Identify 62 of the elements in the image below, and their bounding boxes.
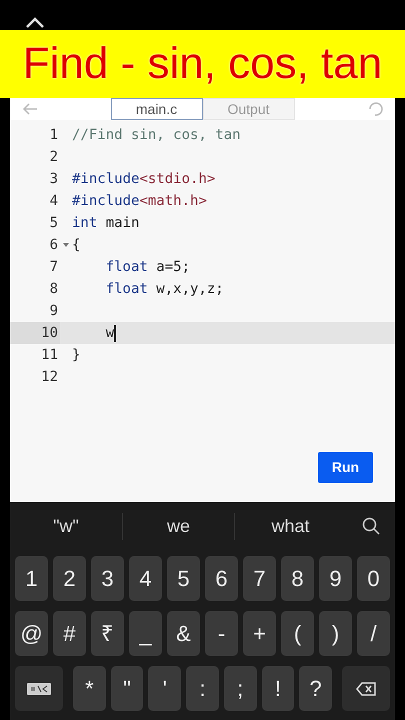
keyboard-key[interactable]: 5 [167, 556, 200, 601]
line-number: 2 [50, 148, 58, 166]
keyboard-key[interactable]: 7 [243, 556, 276, 601]
line-number: 3 [50, 170, 58, 188]
keyboard-key[interactable]: @ [15, 611, 48, 656]
keyboard-key[interactable]: : [186, 666, 219, 711]
line-number: 6 [50, 236, 58, 254]
keyboard-key[interactable]: " [110, 666, 144, 711]
code-line: #include<math.h> [72, 192, 207, 210]
line-number: 4 [50, 192, 58, 210]
keyboard-key[interactable]: & [167, 611, 200, 656]
code-line: //Find sin, cos, tan [72, 126, 241, 144]
tab[interactable]: main.c [110, 98, 202, 120]
line-number: 12 [41, 368, 58, 386]
keyboard-key[interactable]: ! [262, 666, 294, 711]
search-icon[interactable] [362, 517, 380, 535]
home-icon[interactable] [25, 16, 45, 28]
word-suggestion[interactable]: what [271, 512, 310, 540]
line-number: 10 [41, 324, 58, 342]
fold-caret-icon[interactable] [63, 243, 69, 247]
keyboard-key[interactable]: + [243, 611, 276, 656]
keyboard-key[interactable]: 6 [205, 556, 238, 601]
line-number: 1 [50, 126, 58, 144]
run-button[interactable]: Run [318, 452, 373, 483]
keyboard-key[interactable]: / [357, 611, 390, 656]
keyboard-key[interactable]: ) [319, 611, 352, 656]
keyboard-switch-icon [27, 682, 51, 694]
symbols-key[interactable] [15, 666, 63, 711]
line-number: 11 [41, 346, 58, 364]
keyboard-key[interactable]: _ [129, 611, 162, 656]
backspace-key[interactable] [342, 666, 390, 711]
line-number: 7 [50, 258, 58, 276]
keyboard-key[interactable]: 8 [281, 556, 314, 601]
line-number: 8 [50, 280, 58, 298]
text-cursor [114, 324, 116, 342]
code-line: w [106, 324, 116, 344]
code-line: float a=5; [106, 258, 190, 276]
code-line: #include<stdio.h> [72, 170, 216, 188]
keyboard-key[interactable]: 1 [15, 556, 48, 601]
code-line: { [72, 236, 80, 254]
line-number: 9 [50, 302, 58, 320]
keyboard-key[interactable]: 0 [357, 556, 390, 601]
keyboard-key[interactable]: 3 [91, 556, 124, 601]
keyboard-key[interactable]: # [53, 611, 86, 656]
keyboard-key[interactable]: ' [148, 666, 182, 711]
line-number: 5 [50, 214, 58, 232]
keyboard-key[interactable]: ? [299, 666, 332, 711]
keyboard-key[interactable]: ₹ [91, 611, 124, 656]
keyboard-key[interactable]: 9 [319, 556, 352, 601]
keyboard-key[interactable]: - [205, 611, 238, 656]
keyboard-key[interactable]: 4 [129, 556, 162, 601]
keyboard-key[interactable]: 2 [53, 556, 86, 601]
word-suggestion[interactable]: we [166, 512, 190, 540]
code-line: } [72, 346, 80, 364]
keyboard-key[interactable]: ( [281, 611, 314, 656]
code-line: int main [72, 214, 140, 232]
keyboard-key[interactable]: * [73, 666, 106, 711]
backspace-icon [356, 682, 376, 696]
title-banner: Find - sin, cos, tan [0, 30, 405, 98]
keyboard-key[interactable]: ; [224, 666, 257, 711]
code-line: float w,x,y,z; [106, 280, 224, 298]
word-suggestion[interactable]: "w" [53, 512, 79, 540]
